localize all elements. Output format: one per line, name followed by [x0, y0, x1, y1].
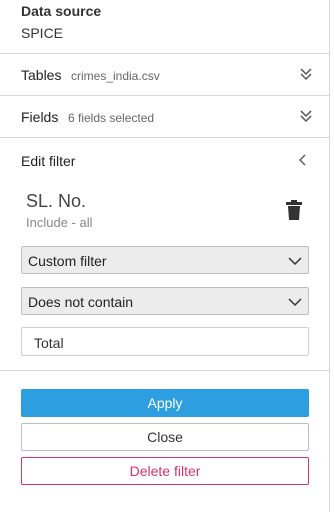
data-source-section: Data source SPICE	[0, 0, 329, 54]
filter-field-name: SL. No.	[26, 191, 87, 211]
chevron-left-icon[interactable]	[297, 153, 309, 167]
filter-value-text: Total	[34, 335, 64, 351]
trash-icon[interactable]	[285, 200, 303, 220]
filter-type-select[interactable]: Custom filter	[21, 246, 309, 274]
tables-label: Tables	[21, 67, 62, 83]
tables-section[interactable]: Tables crimes_india.csv	[0, 54, 329, 96]
fields-section[interactable]: Fields 6 fields selected	[0, 96, 329, 138]
condition-select[interactable]: Does not contain	[21, 287, 309, 315]
filter-type-value: Custom filter	[28, 253, 107, 269]
delete-filter-button[interactable]: Delete filter	[21, 457, 309, 485]
filter-value-input[interactable]: Total	[21, 327, 309, 356]
filter-field-summary: Include - all	[26, 215, 93, 230]
fields-value: 6 fields selected	[68, 111, 155, 125]
data-source-value: SPICE	[21, 25, 64, 41]
chevron-down-icon	[288, 257, 302, 266]
condition-value: Does not contain	[28, 294, 134, 310]
double-chevron-down-icon[interactable]	[299, 109, 313, 123]
edit-filter-title: Edit filter	[21, 153, 76, 169]
apply-button[interactable]: Apply	[21, 389, 309, 417]
chevron-down-icon	[288, 298, 302, 307]
double-chevron-down-icon[interactable]	[299, 67, 313, 81]
tables-value: crimes_india.csv	[71, 69, 160, 83]
fields-label: Fields	[21, 109, 59, 125]
close-button[interactable]: Close	[21, 423, 309, 451]
filter-panel: Data source SPICE Tables crimes_india.cs…	[0, 0, 330, 512]
data-source-label: Data source	[21, 3, 102, 19]
